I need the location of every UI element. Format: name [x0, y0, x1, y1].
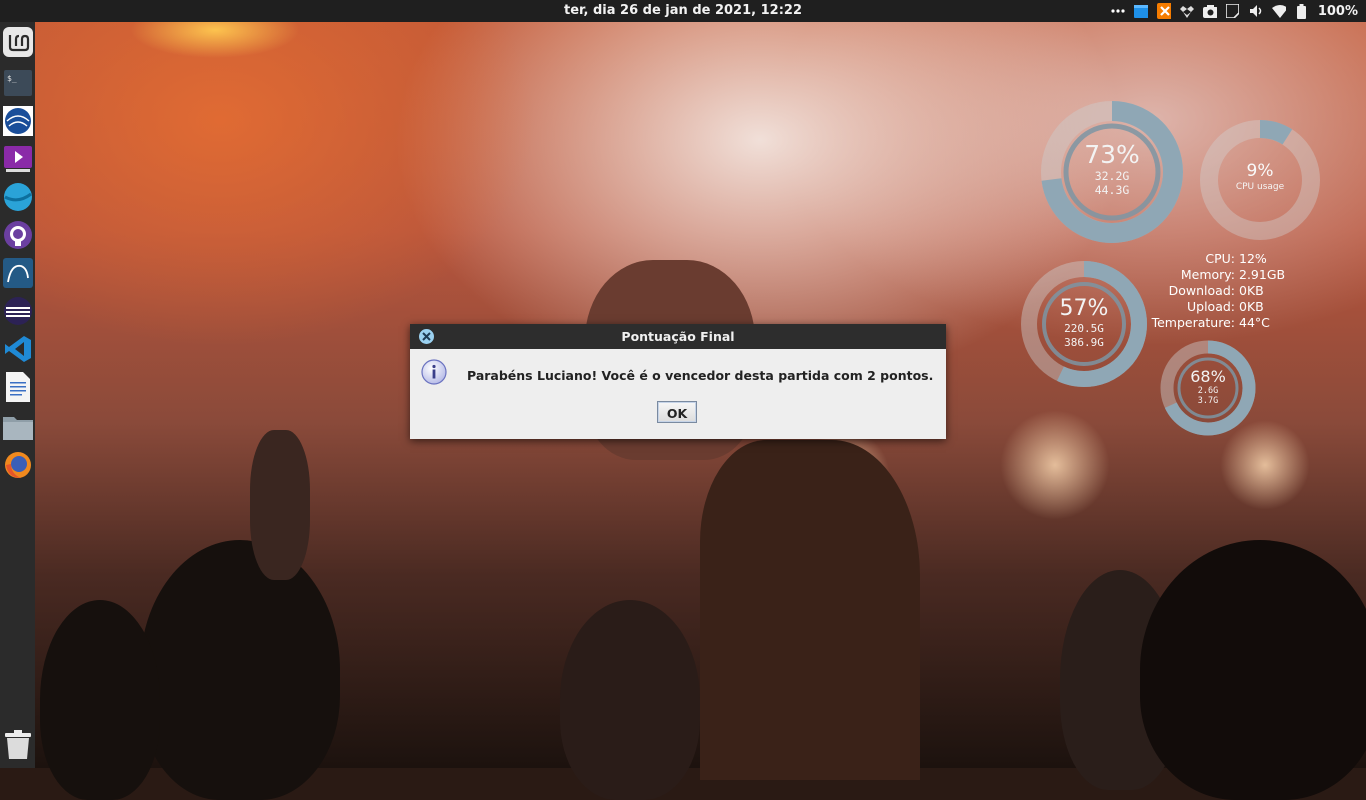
mysql-workbench-icon[interactable]: [2, 257, 33, 288]
svg-text:$_: $_: [7, 74, 17, 83]
dock: $_: [0, 22, 35, 768]
vscode-icon[interactable]: [2, 333, 33, 364]
disk-2-percent: 57%: [1059, 296, 1109, 321]
web-browser-icon[interactable]: [2, 181, 33, 212]
dialog-title: Pontuação Final: [621, 329, 735, 344]
memory-total: 3.7G: [1197, 396, 1219, 406]
disk-1-percent: 73%: [1084, 140, 1140, 169]
system-tray: 100%: [1111, 0, 1358, 22]
dialog-titlebar[interactable]: Pontuação Final: [410, 324, 946, 349]
disk-2-total: 386.9G: [1064, 336, 1104, 349]
screenshot-icon[interactable]: [1202, 4, 1217, 18]
text-editor-icon[interactable]: [2, 371, 33, 402]
memory-used: 2.6G: [1197, 386, 1219, 396]
ok-button[interactable]: OK: [657, 401, 697, 423]
trash-icon[interactable]: [2, 728, 33, 759]
github-icon[interactable]: [2, 219, 33, 250]
disk-1-total: 44.3G: [1094, 183, 1130, 197]
volume-icon[interactable]: [1249, 4, 1263, 18]
top-panel: ter, dia 26 de jan de 2021, 12:22 100%: [0, 0, 1366, 22]
battery-percentage: 100%: [1317, 3, 1358, 19]
firefox-icon[interactable]: [2, 449, 33, 480]
disk-2-widget: 57% 220.5G 386.9G: [1044, 296, 1124, 350]
disk-1-widget: 73% 32.2G 44.3G: [1062, 140, 1162, 198]
memory-widget: 68% 2.6G 3.7G: [1178, 367, 1238, 406]
files-icon[interactable]: [2, 411, 33, 442]
wifi-icon[interactable]: [1271, 4, 1286, 18]
battery-icon[interactable]: [1295, 3, 1309, 19]
info-icon: [421, 359, 447, 385]
cpu-usage-label: CPU usage: [1235, 182, 1285, 192]
disk-1-used: 32.2G: [1094, 169, 1130, 183]
dropbox-icon[interactable]: [1179, 4, 1194, 18]
dialog-message: Parabéns Luciano! Você é o vencedor dest…: [467, 368, 934, 383]
more-icon[interactable]: [1111, 4, 1125, 18]
terminal-icon[interactable]: $_: [2, 67, 33, 98]
cpu-percent: 9%: [1246, 161, 1274, 181]
xampp-icon[interactable]: [1156, 3, 1171, 19]
browser-globe-icon[interactable]: [2, 105, 33, 136]
linux-mint-icon[interactable]: [2, 26, 33, 57]
media-player-icon[interactable]: [2, 143, 33, 174]
disk-2-used: 220.5G: [1064, 322, 1104, 335]
notes-icon[interactable]: [1226, 4, 1240, 18]
cpu-widget: 9% CPU usage: [1220, 161, 1300, 193]
eclipse-icon[interactable]: [2, 295, 33, 326]
memory-percent: 68%: [1190, 367, 1226, 386]
message-dialog: Pontuação Final Parabéns Luciano! Você é…: [410, 324, 946, 439]
window-icon[interactable]: [1133, 4, 1148, 18]
